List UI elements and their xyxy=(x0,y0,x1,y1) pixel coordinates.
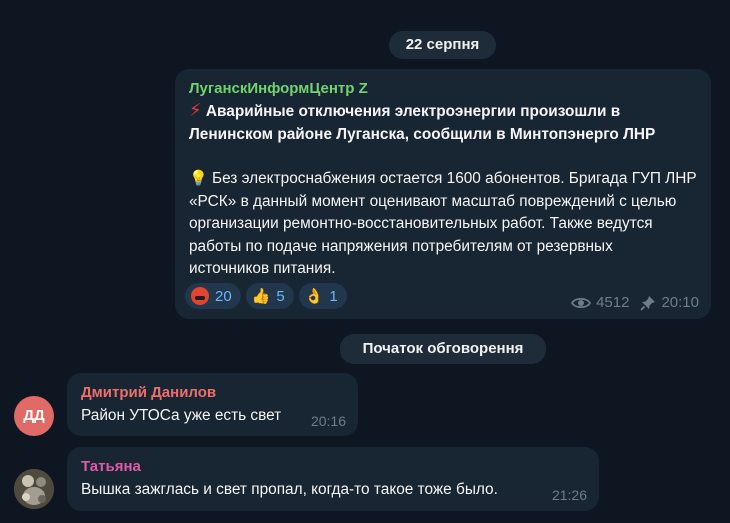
pin-icon xyxy=(640,295,656,311)
channel-name[interactable]: ЛуганскИнформЦентр Z xyxy=(189,80,697,98)
lightning-icon: ⚡ xyxy=(189,100,202,120)
reaction-ok-hand[interactable]: 👌 1 xyxy=(298,283,347,309)
comment-text: Вышка зажглась и свет пропал, когда-то т… xyxy=(81,481,498,498)
comment-bubble[interactable]: Дмитрий Данилов Район УТОСа уже есть све… xyxy=(67,373,358,436)
discussion-start-separator: Початок обговорення xyxy=(340,334,546,364)
post-body: Без электроснабжения остается 1600 абоне… xyxy=(189,170,697,277)
angry-face-icon xyxy=(191,287,209,305)
reaction-count: 20 xyxy=(215,287,232,305)
ok-hand-icon: 👌 xyxy=(304,288,324,305)
thumbs-up-icon: 👍 xyxy=(251,288,271,305)
reaction-thumbs-up[interactable]: 👍 5 xyxy=(245,283,294,309)
bulb-icon: 💡 xyxy=(189,170,208,187)
comment-time: 21:26 xyxy=(551,487,587,503)
comment-author[interactable]: Татьяна xyxy=(81,458,585,476)
comment-bubble[interactable]: Татьяна Вышка зажглась и свет пропал, ко… xyxy=(67,447,599,511)
view-count: 4512 xyxy=(596,294,630,311)
reaction-count: 1 xyxy=(329,287,338,305)
channel-post[interactable]: ЛуганскИнформЦентр Z ⚡ Аварийные отключе… xyxy=(175,69,711,319)
comment-text: Район УТОСа уже есть свет xyxy=(81,407,282,424)
avatar-photo-icon xyxy=(14,469,54,509)
date-separator: 22 серпня xyxy=(389,31,496,59)
post-time: 20:10 xyxy=(661,294,699,311)
avatar[interactable]: ДД xyxy=(14,396,54,436)
reactions-bar: 20 👍 5 👌 1 xyxy=(185,283,347,309)
eye-icon xyxy=(571,297,592,308)
comment-author[interactable]: Дмитрий Данилов xyxy=(81,384,344,402)
post-title: Аварийные отключения электроэнергии прои… xyxy=(189,103,656,143)
reaction-angry[interactable]: 20 xyxy=(185,283,241,309)
comment-time: 20:16 xyxy=(310,413,346,429)
avatar[interactable] xyxy=(14,469,54,509)
post-meta: 4512 20:10 xyxy=(571,294,699,311)
reaction-count: 5 xyxy=(276,287,285,305)
